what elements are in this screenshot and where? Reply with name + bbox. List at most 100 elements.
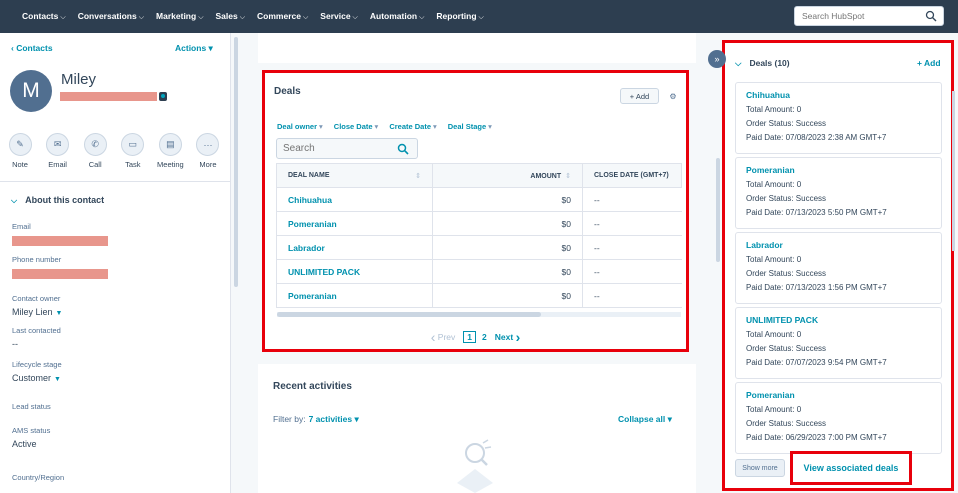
filter-close-date[interactable]: Close Date ▾ [334, 122, 379, 131]
panel-scrollbar[interactable] [952, 91, 955, 251]
table-horizontal-scrollbar[interactable] [277, 312, 681, 317]
back-to-contacts-link[interactable]: ‹ Contacts [11, 43, 53, 53]
deal-name-link[interactable]: Pomeranian [276, 211, 433, 236]
deal-card-paid-date: Paid Date: 07/13/2023 1:56 PM GMT+7 [746, 283, 887, 292]
nav-marketing[interactable]: Marketing ⌵ [156, 11, 203, 22]
prev-page-button[interactable]: ‹ Prev [431, 329, 456, 345]
nav-service[interactable]: Service ⌵ [320, 11, 358, 22]
deal-name-link[interactable]: Labrador [276, 235, 433, 260]
column-header-deal-name[interactable]: DEAL NAME ⇕ [276, 163, 433, 188]
collapse-all-button[interactable]: Collapse all ▾ [618, 414, 672, 425]
expand-sidebar-button[interactable]: » [708, 50, 726, 68]
more-label: More [199, 160, 217, 169]
sidebar-scrollbar[interactable] [234, 37, 238, 287]
lifecycle-property: Lifecycle stage Customer ▼ [12, 360, 222, 383]
lifecycle-dropdown[interactable]: Customer ▼ [12, 373, 222, 383]
actions-dropdown[interactable]: Actions ▾ [175, 43, 213, 54]
deal-card-name-link[interactable]: Pomeranian [746, 390, 931, 400]
email-property-label: Email [12, 222, 31, 231]
nav-reporting[interactable]: Reporting ⌵ [436, 11, 483, 22]
nav-commerce[interactable]: Commerce ⌵ [257, 11, 308, 22]
copy-icon[interactable] [159, 92, 167, 101]
deal-amount: $0 [432, 235, 583, 260]
top-nav: Contacts ⌵ Conversations ⌵ Marketing ⌵ Sale… [0, 0, 958, 33]
nav-automation[interactable]: Automation ⌵ [370, 11, 425, 22]
nav-sales[interactable]: Sales ⌵ [216, 11, 246, 22]
global-search [794, 6, 944, 26]
deal-card-name-link[interactable]: Chihuahua [746, 90, 931, 100]
deal-card: Pomeranian Total Amount: 0 Order Status:… [735, 382, 942, 454]
deal-name-link[interactable]: Chihuahua [276, 187, 433, 212]
empty-state-illustration [457, 439, 493, 493]
deal-card-name-link[interactable]: Labrador [746, 240, 931, 250]
next-page-button[interactable]: Next › [495, 329, 520, 345]
ams-status-value: Active [12, 439, 37, 449]
more-button[interactable]: ··· More [190, 133, 226, 169]
note-button[interactable]: ✎ Note [2, 133, 38, 169]
filter-deal-owner[interactable]: Deal owner ▾ [277, 122, 323, 131]
main-scrollbar[interactable] [716, 158, 720, 262]
meeting-button[interactable]: ▤ Meeting [152, 133, 188, 169]
call-button[interactable]: ✆ Call [77, 133, 113, 169]
deal-card-status: Order Status: Success [746, 344, 827, 353]
deals-card: Deals + Add ⚙ Deal owner ▾ Close Date ▾ Cr… [262, 70, 689, 352]
ams-status-label: AMS status [12, 426, 51, 435]
gear-icon[interactable]: ⚙ [665, 88, 681, 104]
deal-card-status: Order Status: Success [746, 269, 827, 278]
column-header-amount[interactable]: AMOUNT ⇕ [432, 163, 583, 188]
add-deal-link[interactable]: + Add [917, 58, 941, 68]
deal-card: Pomeranian Total Amount: 0 Order Status:… [735, 157, 942, 229]
search-icon[interactable] [925, 10, 937, 22]
divider [0, 181, 231, 182]
lead-status-label: Lead status [12, 402, 51, 411]
column-header-close-date[interactable]: CLOSE DATE (GMT+7) [582, 163, 682, 188]
deal-card-amount: Total Amount: 0 [746, 180, 802, 189]
task-button[interactable]: ▭ Task [115, 133, 151, 169]
deal-name-link[interactable]: Pomeranian [276, 283, 433, 308]
global-search-input[interactable] [795, 11, 920, 21]
country-label: Country/Region [12, 473, 65, 482]
deal-close-date: -- [582, 187, 682, 212]
deal-card-name-link[interactable]: Pomeranian [746, 165, 931, 175]
table-row: UNLIMITED PACK $0 -- [276, 259, 682, 284]
deals-table: DEAL NAME ⇕ AMOUNT ⇕ CLOSE DATE (GMT+7) Ch… [276, 163, 682, 308]
search-icon[interactable] [397, 143, 409, 155]
deal-card-status: Order Status: Success [746, 119, 827, 128]
caret-down-icon: ▼ [55, 310, 63, 317]
deal-close-date: -- [582, 211, 682, 236]
nav-menu: Contacts ⌵ Conversations ⌵ Marketing ⌵ Sale… [0, 11, 496, 22]
phone-icon: ✆ [83, 133, 107, 156]
table-row: Chihuahua $0 -- [276, 187, 682, 212]
view-associated-highlight: View associated deals [790, 451, 912, 485]
page-1-button[interactable]: 1 [463, 331, 477, 343]
deals-section-toggle[interactable]: ⌵ Deals (10) [735, 58, 790, 69]
deal-name-link[interactable]: UNLIMITED PACK [276, 259, 433, 284]
meeting-label: Meeting [157, 160, 184, 169]
caret-down-icon: ▼ [54, 376, 61, 383]
add-deal-button[interactable]: + Add [620, 88, 659, 104]
country-property: Country/Region [12, 473, 222, 482]
view-associated-deals-link[interactable]: View associated deals [804, 463, 899, 473]
deal-card-name-link[interactable]: UNLIMITED PACK [746, 315, 931, 325]
about-title: About this contact [25, 195, 105, 205]
nav-contacts[interactable]: Contacts ⌵ [22, 11, 66, 22]
redacted-email [60, 92, 157, 101]
task-icon: ▭ [121, 133, 145, 156]
nav-conversations[interactable]: Conversations ⌵ [78, 11, 144, 22]
page-2-button[interactable]: 2 [482, 332, 487, 342]
owner-dropdown[interactable]: Miley Lien ▼ [12, 307, 222, 317]
last-contacted-property: Last contacted -- [12, 326, 222, 349]
email-button[interactable]: ✉ Email [40, 133, 76, 169]
show-more-button[interactable]: Show more [735, 459, 785, 477]
about-section-toggle[interactable]: ⌵ About this contact [11, 195, 104, 206]
activity-filter-dropdown[interactable]: 7 activities ▾ [309, 414, 359, 424]
pagination: ‹ Prev 1 2 Next › [265, 329, 686, 345]
chevron-left-icon: ‹ [430, 329, 436, 345]
more-icon: ··· [196, 133, 220, 156]
deal-amount: $0 [432, 187, 583, 212]
deal-search-input[interactable] [277, 139, 387, 158]
scrollbar-thumb[interactable] [277, 312, 541, 317]
filter-create-date[interactable]: Create Date ▾ [389, 122, 436, 131]
filter-deal-stage[interactable]: Deal Stage ▾ [448, 122, 492, 131]
deal-amount: $0 [432, 211, 583, 236]
